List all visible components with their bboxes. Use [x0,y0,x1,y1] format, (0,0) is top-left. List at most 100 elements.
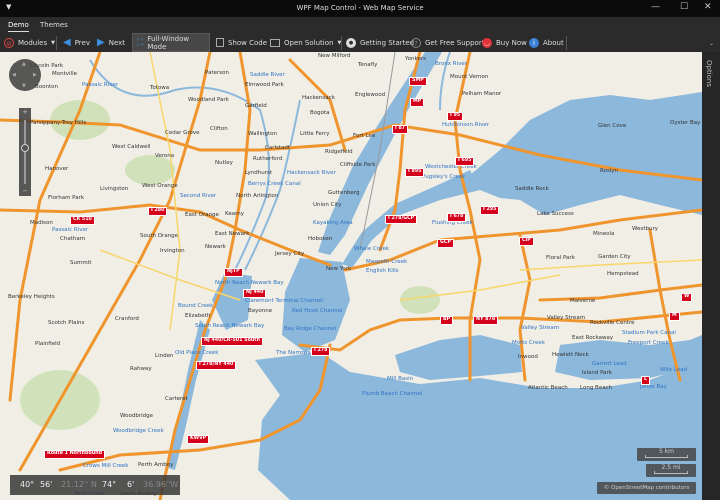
place-label: Hoboken [308,236,333,242]
place-label: Kearny [225,211,244,217]
tab-themes[interactable]: Themes [40,21,68,29]
pan-up-icon[interactable]: ▲ [22,61,26,67]
place-label: Newark [205,244,226,250]
longitude-minutes: 6' [127,480,135,489]
road-shield: CR 510 [70,216,95,225]
place-label: Little Ferry [300,131,330,137]
water-label: The Narrows [276,350,311,356]
place-label: Totowa [150,85,170,91]
place-label: New York [326,266,352,272]
water-label: Second River [180,193,217,199]
water-label: Maspeth Creek [366,259,408,265]
about-button[interactable]: i About [529,33,564,52]
place-label: Hanover [45,166,69,172]
prev-button[interactable]: ◀ Prev [63,33,90,52]
road-shield: KWVP [187,435,210,444]
zoom-out-button[interactable]: − [19,187,31,195]
about-label: About [543,38,564,47]
road-shield: GCP [437,239,454,248]
road-shield: I 278 [311,347,331,356]
minimize-button[interactable]: — [651,2,660,12]
place-label: Atlantic Beach [528,385,568,391]
maximize-button[interactable]: ☐ [680,2,688,12]
attribution[interactable]: © OpenStreetMap contributors [597,482,696,494]
place-label: Cranford [115,316,139,322]
options-panel-toggle[interactable]: Options [702,52,720,500]
modules-dropdown[interactable]: ⊘ Modules ▼ [4,33,55,52]
place-label: Tenafly [358,62,378,68]
place-label: Hackensack [302,95,335,101]
place-label: South Orange [140,233,179,239]
full-window-mode-button[interactable]: ⛶ Full-Window Mode [132,33,210,52]
place-label: West Caldwell [112,144,151,150]
place-label: Livingston [100,186,129,192]
place-label: East Orange [185,212,219,218]
map-view[interactable]: Lincoln Park Montville Boonton Parsippany-T… [0,52,702,500]
water-label: Claremont Terminal Channel [245,298,323,304]
place-label: Plainfield [35,341,61,347]
water-label: South Reach Newark Bay [195,323,265,329]
pan-down-icon[interactable]: ▼ [22,83,26,89]
place-label: East Newark [215,231,250,237]
next-label: Next [108,38,126,47]
tab-demo[interactable]: Demo [8,21,29,32]
toolbar: ⊘ Modules ▼ ◀ Prev ▶ Next ⛶ Full-Window Mode … [0,33,720,52]
scale-bar [645,455,688,458]
place-label: Floral Park [546,255,575,261]
zoom-track[interactable] [24,120,26,184]
separator [341,36,342,50]
buy-now-button[interactable]: ◡ Buy Now [482,33,527,52]
place-label: Boonton [35,84,58,90]
water-label: Kayaking Area [313,220,353,226]
place-label: Union City [313,202,342,208]
water-label: Bound Creek [178,303,214,309]
scale-km: 5 km [637,448,696,461]
water-label: Flushing Creek [432,220,473,226]
scale-mi-label: 2.5 mi [661,464,681,471]
water-label: Old Place Creek [175,350,219,356]
close-button[interactable]: ✕ [704,2,712,12]
next-button[interactable]: ▶ Next [97,33,125,52]
pan-right-icon[interactable]: ▶ [33,72,37,78]
place-label: Mount Vernon [450,74,489,80]
info-icon: i [529,37,539,48]
place-label: Malverne [570,298,596,304]
road-shield: NJ 440/CR-501 South [201,337,263,346]
place-label: New Milford [318,53,351,59]
zoom-thumb[interactable] [21,144,29,152]
place-label: Mineola [593,231,615,237]
chevron-down-icon: ▼ [51,39,55,46]
place-label: Irvington [160,248,185,254]
road-shield: I 95 [447,112,464,121]
road-shield: Route 1 Northbound [44,450,106,459]
pan-control[interactable]: ▲ ▼ ◀ ▶ [9,59,41,91]
place-label: Bayonne [248,308,273,314]
water-label: Pugsley's Creek [422,174,466,180]
water-label: Bay Ridge Channel [284,326,337,332]
ribbon-collapse-icon[interactable]: ⌄ [709,40,714,47]
show-code-button[interactable]: Show Code [216,33,267,52]
longitude-seconds: 36.96''W [143,480,179,489]
road-shield: I 280 [148,207,168,216]
pan-left-icon[interactable]: ◀ [12,72,16,78]
support-icon: ? [411,37,421,48]
zoom-slider[interactable]: + − [19,108,31,196]
water-label: Valley Stream [521,325,560,331]
place-label: Woodland Park [188,97,229,103]
arrow-left-icon: ◀ [63,37,71,48]
arrow-right-icon: ▶ [97,37,105,48]
open-solution-label: Open Solution [284,38,334,47]
support-button[interactable]: ? Get Free Support [411,33,484,52]
map-tiles [0,52,702,500]
road-shield: I 895 [405,168,425,177]
place-label: Rahway [130,366,152,372]
scale-bar [654,471,688,474]
getting-started-button[interactable]: ● Getting Started [346,33,414,52]
solution-icon [270,38,280,47]
place-label: Cedar Grove [165,130,200,136]
open-solution-dropdown[interactable]: Open Solution ▼ [270,33,341,52]
water-label: Red Hook Channel [292,308,343,314]
place-label: Bogota [310,110,330,116]
show-code-label: Show Code [228,38,268,47]
zoom-in-button[interactable]: + [19,108,31,116]
